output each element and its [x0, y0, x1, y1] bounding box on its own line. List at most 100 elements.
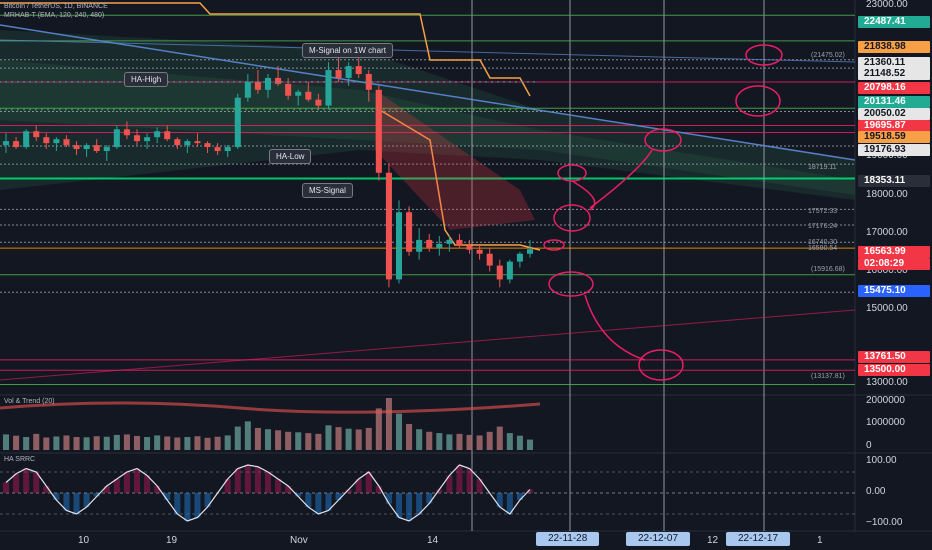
- oscillator-bar: [234, 468, 241, 493]
- volume-bar: [406, 424, 413, 450]
- volume-bar: [345, 428, 352, 450]
- indicator-legend[interactable]: MRHAB-T (EMA, 120, 240, 480): [4, 12, 107, 19]
- volume-title: Vol & Trend (20): [4, 398, 55, 405]
- ha-dot: [17, 108, 19, 111]
- ha-dot: [179, 108, 181, 111]
- ha-dot: [209, 80, 211, 83]
- candle-body: [516, 253, 523, 262]
- volume-bar: [335, 427, 342, 450]
- volume-bar: [315, 433, 322, 450]
- date-marker[interactable]: 22-12-07: [626, 532, 691, 546]
- candle-body: [63, 139, 70, 146]
- ha-dot: [299, 108, 301, 111]
- ha-dot: [317, 108, 319, 111]
- ha-dot: [533, 108, 535, 111]
- ha-dot: [353, 108, 355, 111]
- ha-dot: [329, 80, 331, 83]
- ha-dot: [143, 108, 145, 111]
- candle-body: [426, 239, 433, 248]
- ha-high-callout[interactable]: HA-High: [124, 72, 169, 87]
- oscillator-bar: [335, 493, 342, 500]
- oscillator-bar: [123, 472, 130, 493]
- oscillator-bar: [133, 468, 141, 493]
- volume-tick: 2000000: [866, 395, 905, 406]
- date-marker[interactable]: 22-12-17: [726, 532, 791, 546]
- ha-dot: [149, 108, 151, 111]
- volume-bar: [385, 398, 392, 450]
- oscillator-bar: [13, 473, 20, 493]
- ha-dot: [5, 108, 7, 111]
- ha-dot: [191, 108, 193, 111]
- ha-dot: [437, 80, 439, 83]
- candle-body: [23, 131, 30, 148]
- ha-dot: [197, 108, 199, 111]
- line-label: (15916.68): [811, 266, 845, 273]
- candle-body: [214, 147, 221, 152]
- trend-line: [0, 309, 856, 381]
- price-badge: 22487.41: [858, 16, 930, 28]
- ha-dot: [359, 80, 361, 83]
- oscillator-bar: [194, 493, 201, 518]
- ms-signal-callout[interactable]: MS-Signal: [302, 183, 353, 198]
- oscillator-bar: [23, 468, 30, 493]
- ha-dot: [185, 108, 187, 111]
- candle-body: [335, 70, 342, 78]
- m-signal-callout[interactable]: M-Signal on 1W chart: [302, 43, 393, 58]
- ha-dot: [443, 108, 445, 111]
- ha-dot: [263, 108, 265, 111]
- ha-dot: [347, 80, 349, 83]
- ha-dot: [11, 80, 13, 83]
- oscillator-legend[interactable]: HA SRRC: [4, 456, 38, 463]
- ha-dot: [83, 80, 85, 83]
- volume-bar: [174, 437, 181, 450]
- candle-body: [113, 129, 120, 148]
- oscillator-tick: −100.00: [866, 517, 903, 528]
- volume-bar: [224, 435, 231, 450]
- ha-dot: [395, 80, 397, 83]
- ha-dot: [365, 80, 367, 83]
- ha-dot: [455, 108, 457, 111]
- volume-bar: [234, 426, 241, 450]
- ha-dot: [35, 80, 37, 83]
- oscillator-axis[interactable]: 100.00 0.00 −100.00: [856, 453, 932, 531]
- ha-dot: [395, 108, 397, 111]
- volume-legend[interactable]: Vol & Trend (20): [4, 398, 58, 405]
- ha-dot: [479, 108, 481, 111]
- volume-bar: [516, 435, 523, 450]
- ha-low-callout[interactable]: HA-Low: [269, 149, 312, 164]
- volume-bar: [244, 421, 251, 450]
- date-marker[interactable]: 22-11-28: [536, 532, 600, 546]
- volume-bar: [375, 408, 382, 450]
- volume-bar: [416, 429, 423, 450]
- ha-dot: [431, 108, 433, 111]
- ha-dot: [23, 80, 25, 83]
- ha-dot: [287, 80, 289, 83]
- oscillator-bar: [244, 465, 251, 493]
- symbol-legend[interactable]: Bitcoin / TetherUS, 1D, BINANCE: [4, 3, 111, 10]
- ha-dot: [17, 80, 19, 83]
- candle-body: [194, 141, 201, 144]
- ha-dot: [59, 80, 61, 83]
- candle-body: [234, 97, 241, 148]
- ha-dot: [353, 80, 355, 83]
- candle-body: [526, 249, 534, 254]
- ha-dot: [497, 108, 499, 111]
- ha-dot: [515, 108, 517, 111]
- volume-axis[interactable]: 2000000 1000000 0: [856, 395, 932, 453]
- ha-dot: [173, 108, 175, 111]
- volume-bar: [164, 436, 171, 450]
- oscillator-bar: [2, 482, 10, 493]
- volume-bar: [496, 426, 503, 450]
- volume-bar: [295, 432, 302, 450]
- price-badge: 20050.02: [858, 108, 930, 120]
- time-axis[interactable]: [0, 531, 932, 550]
- price-badge: 20798.16: [858, 82, 930, 94]
- ha-dot: [251, 108, 253, 111]
- volume-bar: [436, 433, 443, 450]
- candle-body: [446, 239, 453, 244]
- volume-bar: [33, 433, 40, 450]
- volume-bar: [395, 413, 403, 450]
- ha-dot: [275, 108, 277, 111]
- ha-dot: [185, 80, 187, 83]
- ha-dot: [467, 108, 469, 111]
